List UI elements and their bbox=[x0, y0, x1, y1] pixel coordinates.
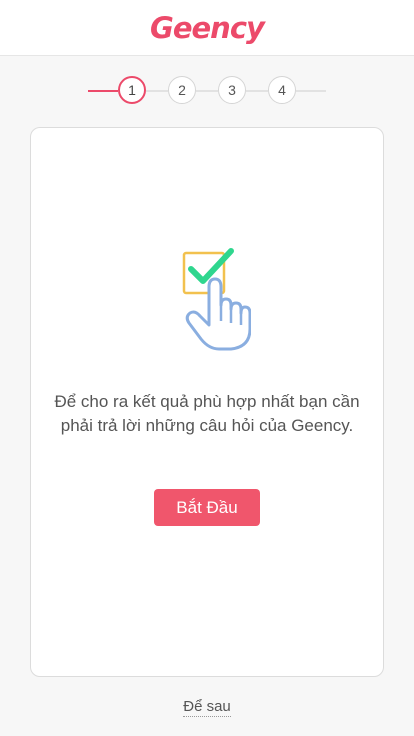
instruction-text: Để cho ra kết quả phù hợp nhất bạn cần p… bbox=[54, 392, 360, 435]
logo: Geency bbox=[150, 10, 265, 45]
step-1: 1 bbox=[118, 76, 146, 104]
app-header: Geency bbox=[0, 0, 414, 56]
step-connector bbox=[246, 90, 268, 92]
step-connector bbox=[88, 90, 118, 92]
progress-stepper: 1 2 3 4 bbox=[88, 76, 326, 106]
step-connector bbox=[296, 90, 326, 92]
checkbox-tap-icon bbox=[182, 248, 251, 351]
onboarding-card: Để cho ra kết quả phù hợp nhất bạn cần p… bbox=[30, 127, 384, 677]
step-4: 4 bbox=[268, 76, 296, 104]
step-2: 2 bbox=[168, 76, 196, 104]
step-3: 3 bbox=[218, 76, 246, 104]
step-connector bbox=[146, 90, 168, 92]
later-link[interactable]: Để sau bbox=[183, 698, 231, 717]
start-button[interactable]: Bắt Đầu bbox=[154, 489, 260, 526]
later-container: Để sau bbox=[0, 698, 414, 717]
step-connector bbox=[196, 90, 218, 92]
